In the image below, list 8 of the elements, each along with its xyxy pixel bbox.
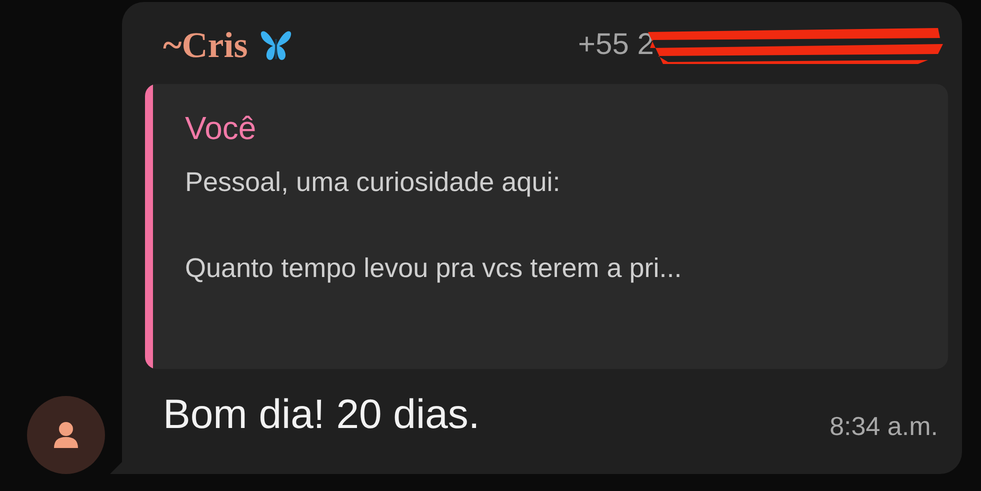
quote-text: Pessoal, uma curiosidade aqui: — [185, 167, 562, 198]
quoted-message[interactable]: Você Pessoal, uma curiosidade aqui: Quanto tempo levou pra vcs terem a pri... — [145, 84, 948, 369]
quote-text: Quanto tempo levou pra vcs terem a pri... — [185, 253, 682, 284]
message-time: 8:34 a.m. — [830, 411, 938, 442]
quote-author: Você — [185, 110, 258, 147]
message-text: Bom dia! 20 dias. — [163, 391, 480, 438]
person-icon — [53, 421, 79, 449]
sender-name[interactable]: ~Cris — [163, 24, 248, 66]
